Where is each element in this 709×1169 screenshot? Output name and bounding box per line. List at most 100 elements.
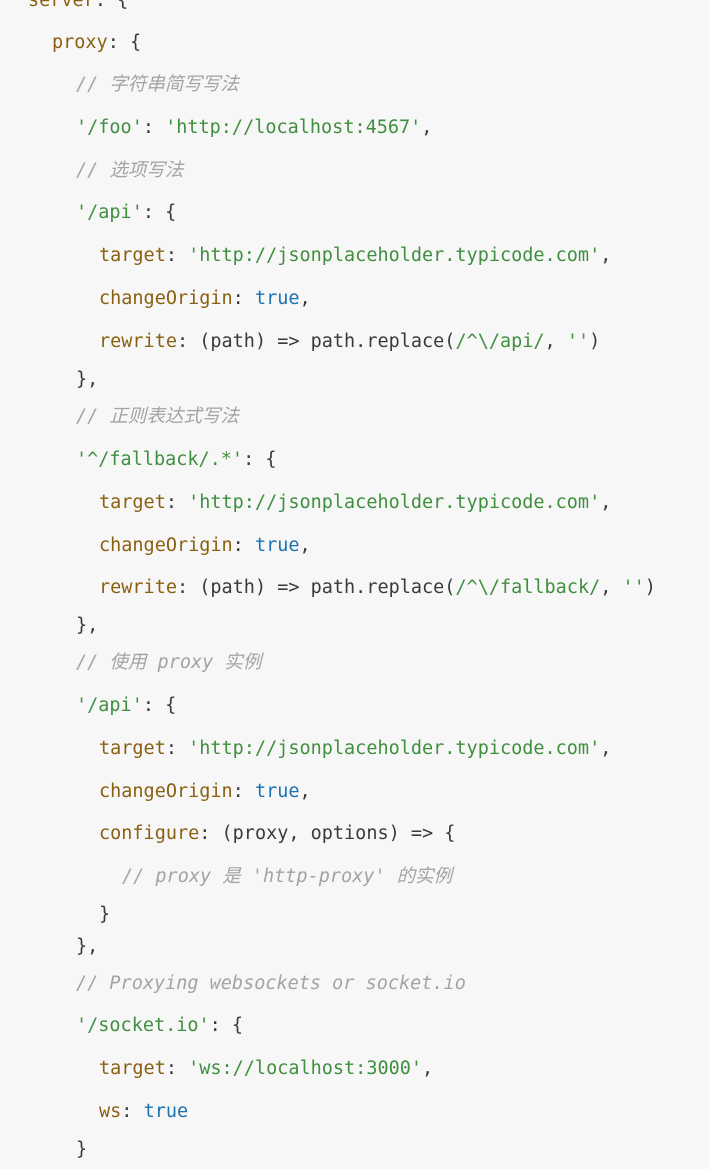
code-line: // proxy 是 'http-proxy' 的实例 xyxy=(122,866,452,888)
code-token-punc: , xyxy=(422,1058,434,1079)
code-token-punc: : { xyxy=(94,0,129,11)
code-line: target: 'http://jsonplaceholder.typicode… xyxy=(99,492,611,514)
code-block: server: {proxy: {// 字符串简写写法 '/foo': 'http… xyxy=(0,0,709,1169)
code-line: rewrite: (path) => path.replace(/^\/api/… xyxy=(99,331,600,353)
code-line: changeOrigin: true, xyxy=(99,535,311,557)
code-token-punc: : xyxy=(232,288,255,309)
code-token-punc: : { xyxy=(107,32,142,53)
code-token-bool: true xyxy=(143,1101,189,1122)
code-token-prop: changeOrigin xyxy=(99,535,233,556)
code-token-cmt: // 使用 proxy 实例 xyxy=(76,652,262,673)
code-token-prop: ws xyxy=(99,1101,122,1122)
code-token-punc: }, xyxy=(76,936,99,957)
code-line: // Proxying websockets or socket.io xyxy=(76,973,466,995)
code-token-prop: target xyxy=(99,738,166,759)
code-token-punc: , xyxy=(299,288,311,309)
code-token-str: /^\/api/ xyxy=(455,331,545,352)
code-token-punc: : xyxy=(176,577,200,598)
code-token-punc: , xyxy=(544,331,567,352)
code-token-punc: : { xyxy=(243,449,277,470)
code-line: // 选项写法 xyxy=(76,160,183,182)
code-token-punc: ) xyxy=(589,331,601,352)
code-token-str: 'http://jsonplaceholder.typicode.com' xyxy=(188,492,601,513)
code-token-prop: proxy xyxy=(52,32,108,53)
code-token-str: /^\/fallback/ xyxy=(455,577,601,598)
code-line: } xyxy=(76,1139,87,1161)
code-line: '/api': { xyxy=(76,202,176,224)
code-line: ws: true xyxy=(99,1101,188,1123)
code-token-str: 'http://jsonplaceholder.typicode.com' xyxy=(188,245,601,266)
code-token-punc: , xyxy=(600,492,612,513)
code-token-punc: : xyxy=(121,1101,144,1122)
code-line: '/foo': 'http://localhost:4567', xyxy=(76,117,432,139)
code-token-prop: changeOrigin xyxy=(99,288,233,309)
code-token-punc: : xyxy=(165,245,189,266)
code-token-punc: } xyxy=(76,1139,88,1160)
code-token-punc: : xyxy=(232,781,255,802)
code-line: rewrite: (path) => path.replace(/^\/fall… xyxy=(99,577,656,599)
code-token-str: 'http://jsonplaceholder.typicode.com' xyxy=(188,738,601,759)
code-line: // 使用 proxy 实例 xyxy=(76,652,261,674)
code-token-str: '^/fallback/.*' xyxy=(76,449,244,470)
code-line: }, xyxy=(76,369,98,391)
code-token-punc: : xyxy=(165,1058,189,1079)
code-token-punc: : xyxy=(165,738,189,759)
code-token-str: 'http://localhost:4567' xyxy=(165,117,422,138)
code-line: // 字符串简写写法 xyxy=(76,74,239,96)
code-token-punc: : xyxy=(199,823,222,844)
code-line: changeOrigin: true, xyxy=(99,288,311,310)
code-token-str: '/foo' xyxy=(76,117,143,138)
code-token-str: '/socket.io' xyxy=(76,1015,210,1036)
code-token-punc: }, xyxy=(76,369,99,390)
code-token-cmt: // 字符串简写写法 xyxy=(76,74,239,95)
code-token-punc: , xyxy=(299,535,311,556)
code-line: configure: (proxy, options) => { xyxy=(99,823,455,845)
code-token-prop: configure xyxy=(99,823,200,844)
code-token-prop: target xyxy=(99,492,166,513)
code-token-prop: target xyxy=(99,245,166,266)
code-token-punc: , xyxy=(600,577,623,598)
code-line: // 正则表达式写法 xyxy=(76,406,239,428)
code-token-punc: : xyxy=(176,331,200,352)
code-token-punc: : { xyxy=(142,202,177,223)
code-token-punc: : xyxy=(142,117,166,138)
code-token-punc: : xyxy=(165,492,189,513)
code-line: '/api': { xyxy=(76,695,176,717)
code-line: }, xyxy=(76,936,98,958)
code-token-punc: : xyxy=(232,535,255,556)
code-line: '/socket.io': { xyxy=(76,1015,243,1037)
code-token-str: '' xyxy=(566,331,590,352)
code-token-str: 'ws://localhost:3000' xyxy=(188,1058,423,1079)
code-token-punc: , xyxy=(421,117,433,138)
code-token-punc: : { xyxy=(209,1015,244,1036)
code-line: }, xyxy=(76,615,98,637)
code-token-str: '/api' xyxy=(76,695,143,716)
code-token-punc: }, xyxy=(76,615,99,636)
code-token-punc: : { xyxy=(142,695,177,716)
code-token-punc: ) xyxy=(644,577,656,598)
code-line: target: 'http://jsonplaceholder.typicode… xyxy=(99,245,611,267)
code-token-punc: } xyxy=(99,904,111,925)
code-token-prop: changeOrigin xyxy=(99,781,233,802)
code-token-prop: server xyxy=(28,0,95,11)
code-token-cmt: // 正则表达式写法 xyxy=(76,406,239,427)
code-token-plain: (path) => path.replace( xyxy=(199,577,456,598)
code-line: proxy: { xyxy=(52,32,141,54)
code-token-prop: rewrite xyxy=(99,577,177,598)
code-line: target: 'ws://localhost:3000', xyxy=(99,1058,433,1080)
code-token-bool: true xyxy=(254,288,300,309)
code-token-cmt: // Proxying websockets or socket.io xyxy=(76,973,466,994)
code-token-plain: (proxy, options) => { xyxy=(221,823,456,844)
code-token-prop: target xyxy=(99,1058,166,1079)
code-token-cmt: // proxy 是 'http-proxy' 的实例 xyxy=(122,866,453,887)
code-line: '^/fallback/.*': { xyxy=(76,449,277,471)
code-token-str: '/api' xyxy=(76,202,143,223)
code-line: } xyxy=(99,904,110,926)
code-token-bool: true xyxy=(254,535,300,556)
code-token-punc: , xyxy=(600,245,612,266)
code-token-punc: , xyxy=(600,738,612,759)
code-token-bool: true xyxy=(254,781,300,802)
code-token-plain: (path) => path.replace( xyxy=(199,331,456,352)
code-token-cmt: // 选项写法 xyxy=(76,160,184,181)
code-line: target: 'http://jsonplaceholder.typicode… xyxy=(99,738,611,760)
